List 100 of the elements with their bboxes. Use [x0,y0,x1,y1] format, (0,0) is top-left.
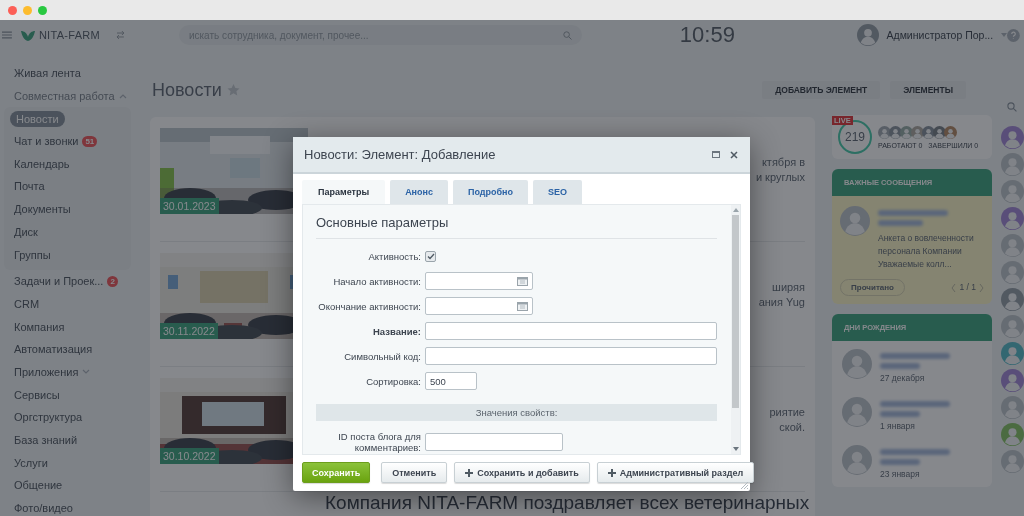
plus-icon [465,468,474,477]
chevron-right-icon[interactable] [979,283,984,292]
scrollbar[interactable] [731,205,740,454]
scroll-down-icon[interactable] [732,447,739,451]
avatar [889,125,902,139]
help-icon[interactable] [1007,28,1020,42]
menu-item[interactable]: Чат и звонки [14,130,79,153]
date-field[interactable] [425,297,533,316]
menu-item[interactable]: Диск [14,220,38,244]
menu-item[interactable]: Приложения [14,360,79,384]
news-excerpt: ания Yug [758,295,805,310]
chevron-up-icon[interactable] [118,93,127,100]
plus-icon [607,468,616,477]
action-button[interactable]: Сохранить и добавить [454,462,590,483]
menu-item[interactable]: Живая лента [14,62,81,85]
section-bar: Значения свойств: [316,403,717,421]
zoom-dot[interactable] [38,5,47,15]
date-badge: 30.11.2022 [160,323,218,339]
message-text: Анкета о вовлеченности персонала Компании Уважаемые колл... [878,232,975,271]
menu-item[interactable]: Календарь [14,152,70,176]
news-excerpt: ширяя [772,280,805,295]
date-badge: 30.01.2023 [160,198,219,214]
text-field[interactable]: 500 [425,372,477,391]
date-badge: 30.10.2022 [160,448,219,464]
close-dot[interactable] [8,5,17,15]
menu-item[interactable]: База знаний [14,429,78,452]
dialog-title: Новости: Элемент: Добавление [304,147,496,162]
blurred-name [880,459,920,465]
clock: 10:59 [679,22,736,48]
field-label: Активность: [367,250,422,262]
toolbar-button[interactable]: ДОБАВИТЬ ЭЛЕМЕНТ [762,81,881,99]
field-label: Символьный код: [343,350,422,362]
avatar [944,125,957,139]
blurred-name [880,401,950,407]
calendar-icon[interactable] [517,276,528,287]
checkbox[interactable] [425,250,436,262]
menu-item[interactable]: Компания [14,315,65,339]
text-field[interactable] [425,347,717,366]
menu-item[interactable]: Сервисы [14,383,60,407]
blurred-name [878,210,948,216]
field-label: Сортировка: [365,375,422,387]
avatar [922,125,935,139]
minimize-dot[interactable] [23,5,32,15]
search-icon[interactable] [562,30,572,40]
avatar [900,125,913,139]
menu-item[interactable]: Почта [14,175,45,199]
caret-icon[interactable] [1001,33,1008,37]
birthday-date: 1 января [880,421,916,431]
search-icon[interactable] [1007,102,1017,112]
chevron-left-icon[interactable] [951,283,957,292]
menu-item[interactable]: Оргструктура [14,406,83,429]
menu-group[interactable]: Совместная работа [14,84,115,108]
blurred-name [878,220,923,226]
tab[interactable]: Параметры [302,180,386,204]
avatar [911,125,924,139]
menu-item[interactable]: CRM [14,292,40,316]
avatar [842,445,872,475]
news-excerpt: и круглых [755,170,805,185]
news-title[interactable]: Компания NITA-FARM поздравляет всех ветеринарных [325,492,810,513]
scroll-up-icon[interactable] [732,208,739,212]
birthday-date: 23 января [880,469,921,479]
blurred-name [880,353,950,359]
avatar [842,349,872,379]
menu-item[interactable]: Документы [14,198,71,221]
avatar [933,125,946,139]
cancel-button[interactable]: Отменить [381,462,448,483]
leaf-logo-icon [19,28,36,42]
tab[interactable]: SEO [533,180,583,204]
page-title: Новости [152,79,222,101]
chevron-down-icon[interactable] [82,369,91,376]
toolbar-button[interactable]: ЭЛЕМЕНТЫ [890,81,966,99]
menu-item[interactable]: Общение [14,474,63,498]
counter-badge: 51 [82,135,98,147]
resize-grip-icon[interactable] [740,481,748,489]
calendar-icon[interactable] [517,301,528,312]
avatar [878,125,891,139]
date-field[interactable] [425,272,533,291]
menu-item[interactable]: Задачи и Проек... [14,270,104,293]
tab[interactable]: Подробно [453,180,529,204]
text-field[interactable] [425,432,563,451]
swap-icon[interactable] [116,31,125,39]
pager-text: 1 / 1 [959,281,976,294]
close-icon[interactable] [730,150,738,159]
birthday-date: 27 декабря [880,373,926,383]
action-button[interactable]: Административный раздел [596,462,755,483]
save-button[interactable]: Сохранить [302,462,371,483]
menu-icon[interactable] [2,31,12,39]
menu-item[interactable]: Услуги [14,451,48,475]
text-field[interactable] [425,322,717,341]
news-excerpt: ской. [779,420,805,435]
maximize-icon[interactable] [712,151,720,158]
blurred-name [880,363,920,369]
menu-item[interactable]: Автоматизация [14,338,93,361]
user-name[interactable]: Администратор Пор... [886,29,994,41]
menu-item[interactable]: Группы [14,243,51,267]
field-label: Окончание активности: [317,300,422,312]
tab[interactable]: Анонс [390,180,448,204]
section-title: Основные параметры [316,215,717,239]
menu-item[interactable]: Фото/видео [14,497,73,516]
avatar [842,397,872,427]
